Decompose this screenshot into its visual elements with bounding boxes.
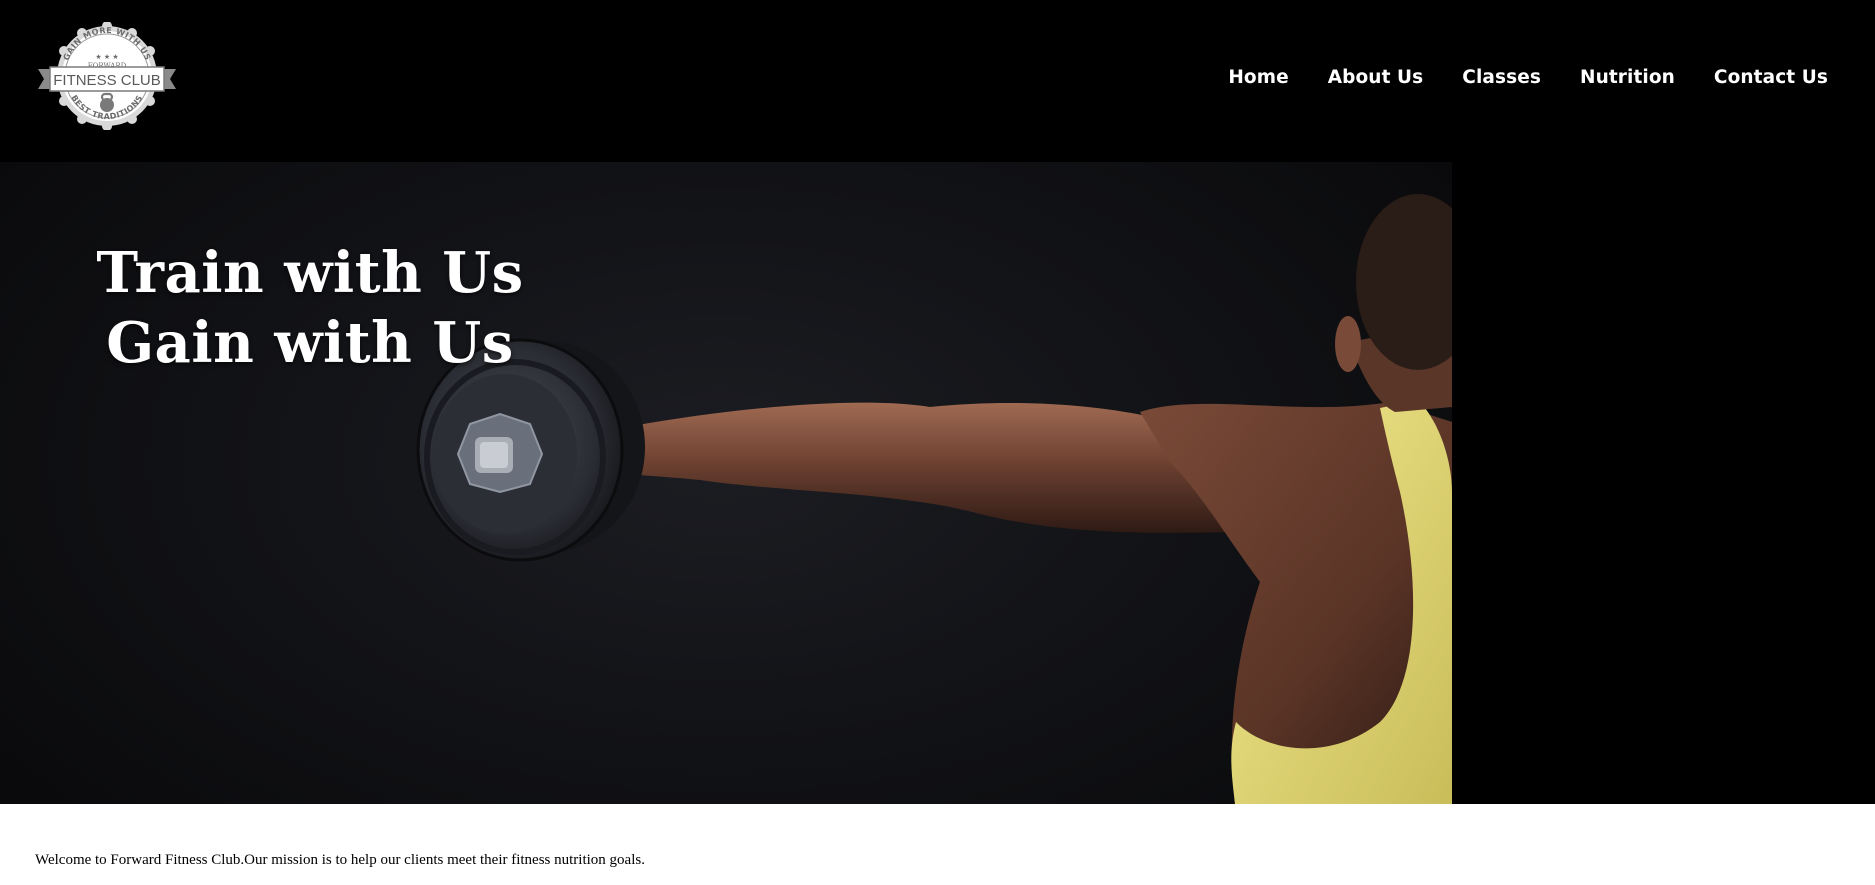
nav-about-us[interactable]: About Us [1328, 67, 1424, 88]
hero-headline: Train with Us Gain with Us [55, 238, 565, 378]
main-content [0, 804, 1875, 885]
hero-line-2: Gain with Us [106, 310, 514, 376]
hero-line-1: Train with Us [96, 240, 524, 306]
nav-contact-us[interactable]: Contact Us [1714, 67, 1828, 88]
nav-classes[interactable]: Classes [1462, 67, 1541, 88]
svg-text:★ ★ ★: ★ ★ ★ [95, 53, 118, 61]
svg-text:FITNESS CLUB: FITNESS CLUB [53, 72, 161, 89]
nav-home[interactable]: Home [1228, 67, 1288, 88]
nav-nutrition[interactable]: Nutrition [1580, 67, 1675, 88]
main-navigation: Home About Us Classes Nutrition Contact … [1228, 64, 1828, 90]
site-header: GAIN MORE WITH US ★ ★ ★ FORWARD FITNESS … [0, 0, 1875, 162]
fitness-club-logo[interactable]: GAIN MORE WITH US ★ ★ ★ FORWARD FITNESS … [36, 22, 178, 130]
welcome-text: Welcome to Forward Fitness Club.Our miss… [35, 852, 645, 868]
